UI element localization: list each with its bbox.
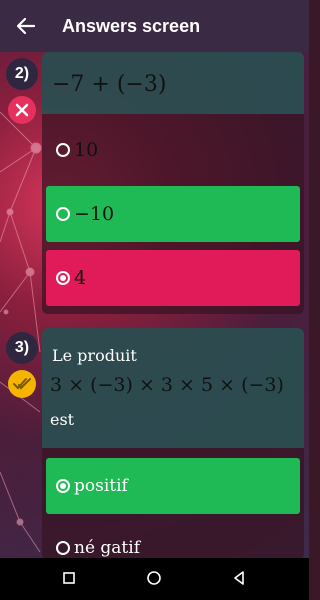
double-check-icon (8, 370, 36, 398)
question-card: −7 + (−3) 10 −10 4 (42, 52, 304, 314)
question-number: 2) (6, 58, 38, 90)
app-bar: Answers screen (0, 0, 309, 52)
radio-icon (56, 541, 70, 555)
prompt-line: Le produit (52, 346, 137, 365)
option-label: 4 (74, 267, 87, 289)
system-nav-bar (0, 558, 309, 600)
radio-selected-icon (56, 479, 70, 493)
cross-icon (8, 96, 36, 124)
answer-option-wrong[interactable]: 4 (46, 250, 300, 306)
answer-option[interactable]: né gatif (46, 520, 300, 560)
math-expression: 3 × (−3) × 3 × 5 × (−3) (50, 374, 284, 396)
prompt-line: est (50, 410, 75, 429)
answer-option-correct[interactable]: −10 (46, 186, 300, 242)
radio-selected-icon (56, 271, 70, 285)
page-title: Answers screen (62, 16, 201, 36)
radio-icon (56, 207, 70, 221)
option-label: positif (74, 476, 128, 496)
option-label: 10 (74, 139, 99, 161)
radio-icon (56, 143, 70, 157)
answer-option[interactable]: 10 (46, 122, 300, 178)
math-expression: −7 + (−3) (52, 72, 167, 97)
triangle-back-icon[interactable] (229, 568, 249, 588)
question-card: Le produit 3 × (−3) × 3 × 5 × (−3) est p… (42, 328, 304, 560)
question-number: 3) (6, 332, 38, 364)
question-prompt: −7 + (−3) (42, 52, 304, 114)
option-label: né gatif (74, 538, 140, 558)
question-prompt: Le produit 3 × (−3) × 3 × 5 × (−3) est (42, 328, 304, 448)
arrow-left-icon[interactable] (12, 12, 40, 40)
circle-icon[interactable] (144, 568, 164, 588)
answer-option-correct[interactable]: positif (46, 458, 300, 514)
option-label: −10 (74, 203, 115, 225)
square-icon[interactable] (59, 568, 79, 588)
